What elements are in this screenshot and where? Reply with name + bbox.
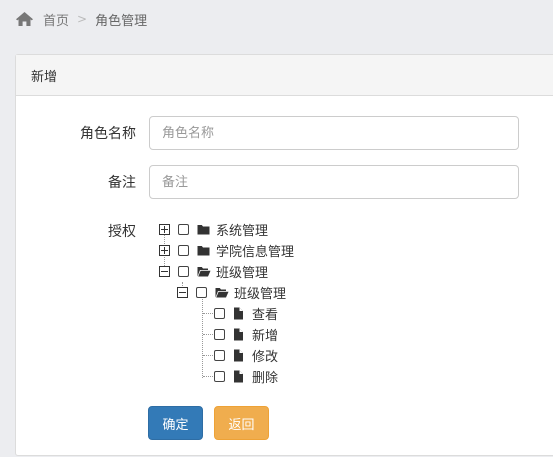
add-role-panel: 新增 角色名称 备注 授权 系统管理 <box>15 54 553 456</box>
collapse-toggle[interactable] <box>177 286 188 298</box>
tree-leaf-delete: 删除 <box>214 366 278 386</box>
tree-node-class: 班级管理 <box>159 261 268 281</box>
breadcrumb-separator: > <box>77 12 88 26</box>
file-icon <box>233 307 246 320</box>
node-checkbox[interactable] <box>196 286 207 298</box>
folder-open-icon <box>215 286 229 299</box>
node-checkbox[interactable] <box>178 265 189 277</box>
file-icon <box>233 328 246 341</box>
folder-closed-icon <box>197 244 210 257</box>
role-name-label: 角色名称 <box>80 126 136 142</box>
node-checkbox[interactable] <box>178 244 189 256</box>
role-name-input[interactable] <box>149 116 519 150</box>
tree-node-label[interactable]: 修改 <box>252 346 278 365</box>
tree-node-label[interactable]: 班级管理 <box>216 262 268 281</box>
tree-node-class-sub: 班级管理 <box>177 282 286 302</box>
folder-open-icon <box>197 265 211 278</box>
node-checkbox[interactable] <box>214 307 225 319</box>
file-icon <box>233 370 246 383</box>
back-button[interactable]: 返回 <box>214 406 269 440</box>
file-icon <box>233 349 246 362</box>
tree-leaf-edit: 修改 <box>214 345 278 365</box>
tree-node-label[interactable]: 学院信息管理 <box>216 241 294 260</box>
home-icon[interactable] <box>15 11 34 27</box>
breadcrumb-current: 角色管理 <box>95 13 148 29</box>
panel-title: 新增 <box>16 55 553 96</box>
collapse-toggle[interactable] <box>159 265 170 277</box>
tree-node-system: 系统管理 <box>159 219 268 239</box>
auth-label: 授权 <box>108 224 136 240</box>
remark-label: 备注 <box>108 175 136 191</box>
tree-connector <box>202 299 203 378</box>
tree-node-label[interactable]: 删除 <box>252 367 278 386</box>
expand-toggle[interactable] <box>159 223 170 235</box>
remark-input[interactable] <box>149 165 519 199</box>
tree-leaf-add: 新增 <box>214 324 278 344</box>
tree-node-label[interactable]: 班级管理 <box>234 283 286 302</box>
confirm-button[interactable]: 确定 <box>148 406 203 440</box>
tree-leaf-view: 查看 <box>214 303 278 323</box>
breadcrumb-home-link[interactable]: 首页 <box>43 10 69 29</box>
tree-node-college: 学院信息管理 <box>159 240 294 260</box>
node-checkbox[interactable] <box>178 223 189 235</box>
breadcrumb: 首页 > 角色管理 <box>0 0 553 38</box>
expand-toggle[interactable] <box>159 244 170 256</box>
node-checkbox[interactable] <box>214 328 225 340</box>
tree-node-label[interactable]: 系统管理 <box>216 220 268 239</box>
tree-node-label[interactable]: 新增 <box>252 325 278 344</box>
folder-closed-icon <box>197 223 210 236</box>
node-checkbox[interactable] <box>214 349 225 361</box>
node-checkbox[interactable] <box>214 370 225 382</box>
tree-node-label[interactable]: 查看 <box>252 304 278 323</box>
